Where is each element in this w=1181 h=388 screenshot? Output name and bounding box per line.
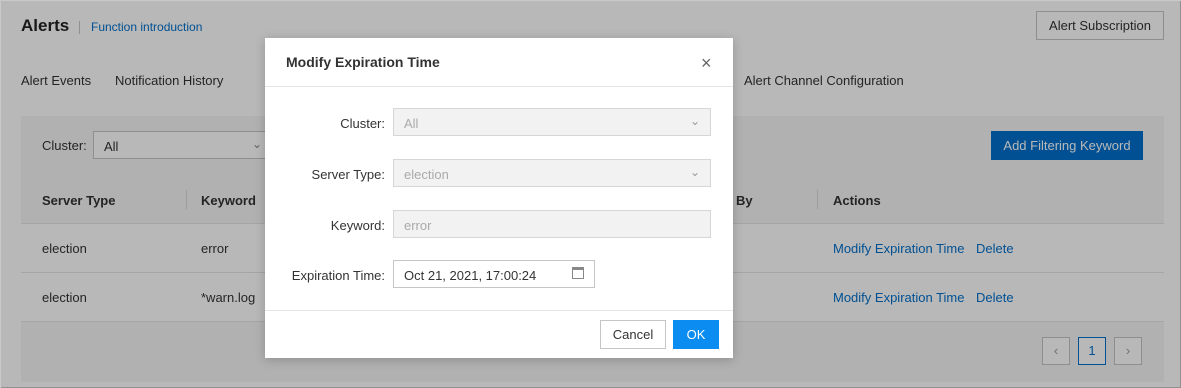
server-type-field-label: Server Type: bbox=[311, 167, 385, 182]
cluster-field-select: All ⌄ bbox=[393, 108, 711, 136]
chevron-down-icon: ⌄ bbox=[689, 114, 700, 128]
cluster-field-value: All bbox=[404, 116, 419, 131]
dialog-footer-divider bbox=[265, 310, 733, 311]
expiration-time-date-picker[interactable]: Oct 21, 2021, 17:00:24 bbox=[393, 260, 595, 288]
keyword-field-label: Keyword: bbox=[330, 218, 385, 233]
dialog-header-divider bbox=[265, 86, 733, 87]
cancel-button[interactable]: Cancel bbox=[600, 320, 666, 349]
calendar-icon[interactable] bbox=[572, 267, 584, 279]
expiration-time-field-label: Expiration Time: bbox=[291, 268, 385, 283]
keyword-field-input: error bbox=[393, 210, 711, 238]
close-icon[interactable]: × bbox=[701, 54, 712, 72]
keyword-field-value: error bbox=[404, 218, 432, 233]
dialog-title: Modify Expiration Time bbox=[286, 54, 440, 70]
server-type-field-value: election bbox=[404, 167, 449, 182]
ok-button[interactable]: OK bbox=[673, 320, 719, 349]
app-window: Alerts Function introduction Alert Subsc… bbox=[0, 0, 1181, 388]
expiration-time-value: Oct 21, 2021, 17:00:24 bbox=[404, 268, 537, 283]
modify-expiration-time-dialog: Modify Expiration Time × Cluster: All ⌄ … bbox=[265, 38, 733, 358]
chevron-down-icon: ⌄ bbox=[689, 165, 700, 179]
cluster-field-label: Cluster: bbox=[340, 116, 385, 131]
server-type-field-select: election ⌄ bbox=[393, 159, 711, 187]
